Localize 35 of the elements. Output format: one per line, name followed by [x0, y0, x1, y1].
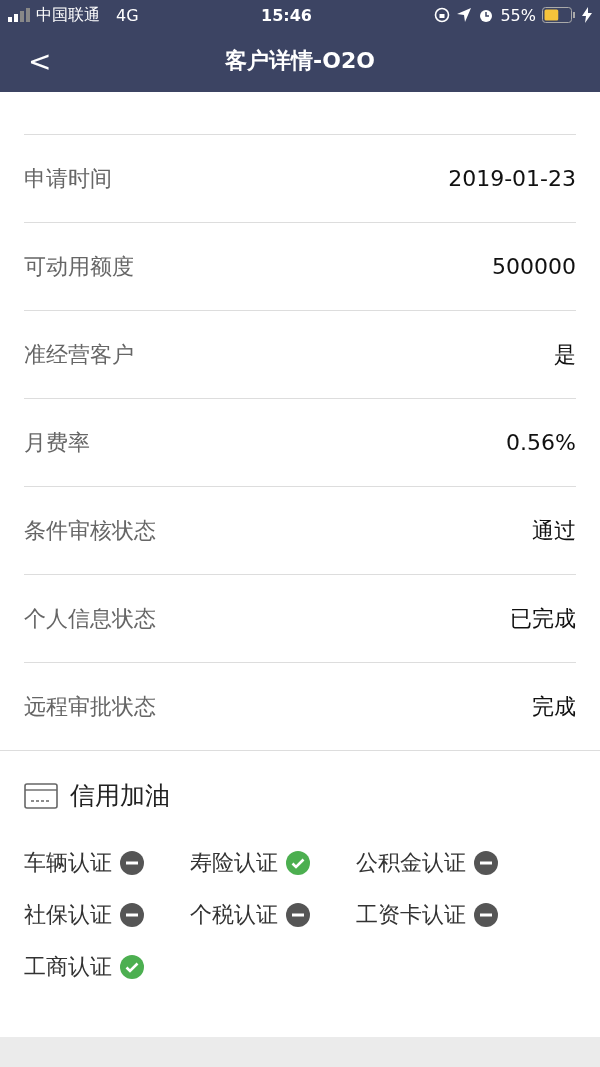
back-button[interactable]: < — [28, 44, 52, 78]
verification-label: 车辆认证 — [24, 849, 112, 877]
carrier-name: 中国联通 — [36, 4, 100, 26]
signal-icon — [8, 8, 30, 22]
section-title: 信用加油 — [70, 780, 170, 812]
field-value: 是 — [554, 340, 576, 369]
field-value: 完成 — [532, 692, 576, 721]
verification-label: 公积金认证 — [356, 849, 466, 877]
charging-icon — [582, 7, 592, 23]
alarm-icon — [478, 7, 495, 23]
field-value: 500000 — [492, 254, 576, 279]
verification-label: 个税认证 — [190, 901, 278, 929]
verification-label: 工商认证 — [24, 953, 112, 981]
verification-label: 社保认证 — [24, 901, 112, 929]
verification-label: 工资卡认证 — [356, 901, 466, 929]
network-type: 4G — [116, 5, 139, 25]
field-value: 0.56% — [506, 430, 576, 455]
field-value: 2019-01-23 — [448, 166, 576, 191]
field-value: 已完成 — [510, 604, 576, 633]
card-icon — [24, 782, 58, 809]
page-title: 客户详情-O2O — [225, 47, 375, 75]
field-label: 准经营客户 — [24, 340, 134, 369]
field-label: 月费率 — [24, 428, 90, 457]
clock-time: 15:46 — [261, 5, 312, 25]
field-label: 可动用额度 — [24, 252, 134, 281]
verification-label: 寿险认证 — [190, 849, 278, 877]
battery-icon — [542, 7, 576, 23]
field-value: 通过 — [532, 516, 576, 545]
field-label: 条件审核状态 — [24, 516, 156, 545]
field-label: 申请时间 — [24, 164, 112, 193]
location-icon — [456, 7, 473, 23]
field-label: 远程审批状态 — [24, 692, 156, 721]
battery-percent: 55% — [500, 5, 536, 25]
rotation-lock-icon — [434, 7, 451, 23]
field-label: 个人信息状态 — [24, 604, 156, 633]
